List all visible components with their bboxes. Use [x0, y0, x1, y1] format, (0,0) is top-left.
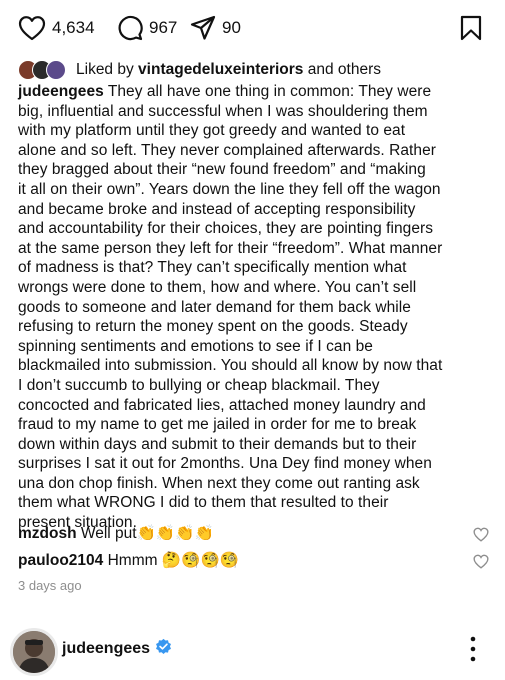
- heart-icon: [473, 554, 489, 573]
- avatar[interactable]: [10, 628, 58, 676]
- likes-count: 4,634: [52, 18, 95, 37]
- verified-badge-icon: [155, 638, 172, 660]
- liked-by-suffix: and others: [307, 61, 381, 78]
- post-caption: judeengees They all have one thing in co…: [18, 82, 488, 533]
- profile-row: judeengees: [0, 618, 505, 680]
- caption-line: and accountability for their choices, th…: [18, 220, 433, 238]
- more-options-button[interactable]: [463, 634, 483, 669]
- caption-line: They all have one thing in common: They …: [107, 83, 432, 100]
- shares-count: 90: [222, 18, 241, 37]
- caption-line: they bragged about their “new found free…: [18, 161, 426, 179]
- comment-like-button[interactable]: [473, 527, 489, 547]
- post-timestamp: 3 days ago: [18, 578, 82, 593]
- share-icon: [190, 15, 216, 41]
- caption-line: with my platform until they got greedy a…: [18, 122, 406, 140]
- caption-line: big, influential and successful when I w…: [18, 102, 428, 120]
- caption-line: and became broke and instead of acceptin…: [18, 200, 416, 218]
- comment-text: Hmmm: [107, 552, 158, 569]
- share-button[interactable]: 90: [190, 15, 241, 41]
- caption-line: refusing to return the money spent on th…: [18, 318, 408, 336]
- post-action-bar: 4,634 967 90: [0, 0, 505, 58]
- heart-icon: [473, 527, 489, 546]
- comment-text: Well put: [80, 525, 137, 542]
- profile-name[interactable]: judeengees: [62, 638, 172, 660]
- save-button[interactable]: [459, 15, 483, 46]
- caption-line: spinning sentiments and emotions to see …: [18, 337, 373, 355]
- caption-line: alone and so left. They never complained…: [18, 141, 436, 159]
- like-button[interactable]: 4,634: [18, 15, 95, 41]
- comment-row: mzdosh Well put👏👏👏👏: [18, 524, 488, 543]
- liked-by-prefix: Liked by: [76, 61, 134, 78]
- caption-line: goods to someone and later demand for th…: [18, 298, 411, 316]
- caption-line: it all on their own”. Years down the lin…: [18, 180, 441, 198]
- comment-like-button[interactable]: [473, 554, 489, 574]
- avatar: [46, 60, 66, 80]
- comment-emoji: 🤔🧐🧐🧐: [161, 552, 240, 569]
- comment-username[interactable]: mzdosh: [18, 525, 77, 542]
- comment-icon: [117, 15, 143, 41]
- caption-line: una don chop finish. When next they come…: [18, 474, 420, 492]
- caption-username[interactable]: judeengees: [18, 83, 104, 100]
- more-options-icon: [463, 636, 483, 668]
- bookmark-icon: [459, 15, 483, 45]
- caption-line: of madness is that? They can’t specifica…: [18, 259, 407, 277]
- caption-line: them what WRONG I did to them that resul…: [18, 494, 389, 512]
- comment-button[interactable]: 967: [117, 15, 177, 41]
- caption-line: at the same person they left for their “…: [18, 239, 443, 257]
- profile-username: judeengees: [62, 640, 151, 657]
- liked-by-row[interactable]: Liked by vintagedeluxeinteriors and othe…: [18, 60, 381, 80]
- caption-line: surprises I sat it out for 2months. Una …: [18, 455, 432, 473]
- liker-avatars: [18, 60, 70, 80]
- caption-line: concocted and fabricated lies, attached …: [18, 396, 426, 414]
- caption-line: down within days and submit to their dem…: [18, 435, 417, 453]
- caption-line: blackmailed into submission. You should …: [18, 357, 443, 375]
- comment-emoji: 👏👏👏👏: [136, 525, 214, 542]
- comment-username[interactable]: pauloo2104: [18, 552, 103, 569]
- comments-count: 967: [149, 18, 178, 37]
- liked-by-user[interactable]: vintagedeluxeinteriors: [138, 61, 303, 79]
- caption-line: fraud to my name to get me jailed in ord…: [18, 416, 417, 434]
- heart-icon: [18, 15, 46, 41]
- comment-row: pauloo2104 Hmmm 🤔🧐🧐🧐: [18, 551, 488, 570]
- caption-line: wrongs were done to them, how and where.…: [18, 278, 417, 296]
- caption-line: I don’t succumb to bullying or cheap bla…: [18, 376, 380, 394]
